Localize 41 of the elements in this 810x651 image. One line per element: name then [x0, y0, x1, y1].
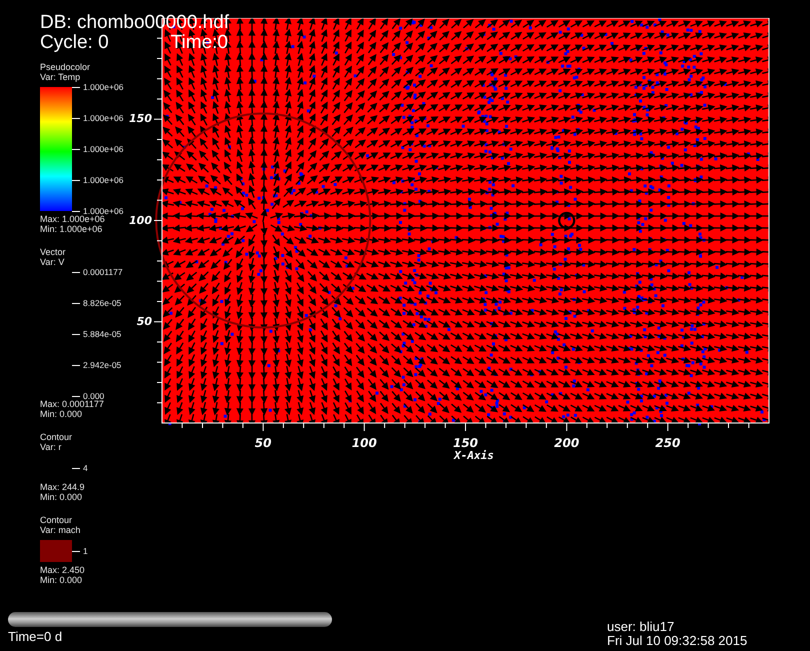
cycle-label: Cycle: 0 — [40, 33, 109, 53]
user-name: user: bliu17 — [607, 620, 676, 634]
legend-tick-label: 1.000e+06 — [72, 144, 124, 154]
legend-variable: Var: Temp — [40, 72, 80, 82]
legend-max: Max: 0.0001177 — [40, 399, 104, 409]
legend-tick-label: 1.000e+06 — [72, 113, 124, 123]
x-tick-label: 200 — [553, 436, 580, 450]
legend-plot-name: Pseudocolor — [40, 62, 90, 72]
legend-tick-label: 4 — [72, 463, 88, 473]
timestamp: Fri Jul 10 09:32:58 2015 — [607, 634, 748, 648]
x-tick-label: 50 — [254, 436, 272, 450]
y-tick-label: 150 — [128, 112, 152, 126]
legend-tick-label: 5.884e-05 — [72, 329, 122, 339]
legend-min: Min: 0.000 — [40, 409, 82, 419]
time-slider-label: Time=0 d — [8, 630, 64, 644]
y-tick-label: 50 — [136, 314, 152, 329]
y-tick-label: 100 — [128, 214, 152, 228]
legend-plot-name: Vector — [40, 247, 66, 257]
legend-max: Max: 244.9 — [40, 482, 85, 492]
legend-variable: Var: r — [40, 442, 62, 452]
legend-tick-label: 8.826e-05 — [72, 298, 122, 308]
x-tick-label: 150 — [452, 436, 480, 450]
legend-min: Min: 0.000 — [40, 575, 82, 585]
legend-max: Max: 2.450 — [40, 565, 85, 575]
legend-plot-name: Contour — [40, 432, 72, 442]
x-tick-label: 250 — [654, 436, 682, 450]
legend-tick-label: 1.000e+06 — [72, 82, 124, 92]
legend-tick-label: 1 — [72, 546, 88, 556]
legend-max: Max: 1.000e+06 — [40, 214, 105, 224]
legend-min: Min: 1.000e+06 — [40, 224, 102, 234]
legend-tick-label: 1.000e+06 — [72, 175, 124, 185]
legend-min: Min: 0.000 — [40, 492, 82, 502]
legend-plot-name: Contour — [40, 515, 72, 525]
legend-variable: Var: V — [40, 257, 64, 267]
x-tick-label: 100 — [350, 436, 378, 450]
legend-tick-label: 2.942e-05 — [72, 360, 122, 370]
x-axis-title: X-Axis — [452, 449, 495, 462]
legend-variable: Var: mach — [40, 525, 80, 535]
legend-tick-label: 0.000 — [72, 391, 104, 401]
legend-tick-label: 0.0001177 — [72, 267, 123, 277]
legend-tick-label: 1.000e+06 — [72, 206, 124, 216]
